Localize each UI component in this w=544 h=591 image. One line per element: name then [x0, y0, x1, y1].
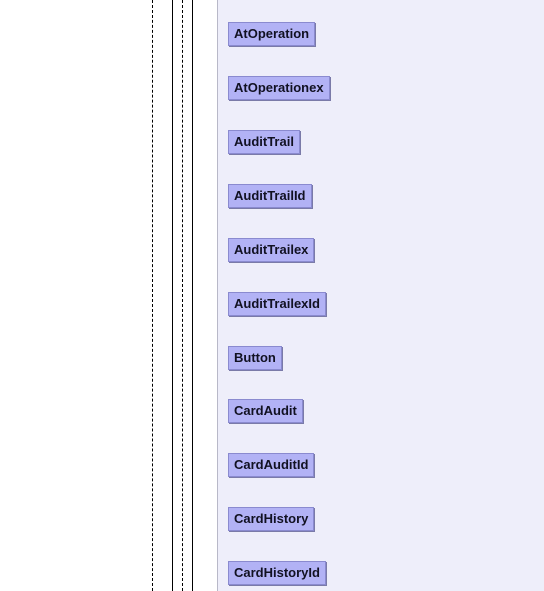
entity-node[interactable]: AtOperation	[228, 22, 316, 46]
entity-node[interactable]: CardHistoryId	[228, 561, 326, 585]
entity-node[interactable]: CardAudit	[228, 399, 303, 423]
lifeline-solid-2	[192, 0, 193, 591]
entity-node[interactable]: Button	[228, 346, 282, 370]
entity-node[interactable]: AuditTrail	[228, 130, 300, 154]
entity-list-panel: AtOperation AtOperationex AuditTrail Aud…	[217, 0, 544, 591]
entity-node[interactable]: AuditTrailId	[228, 184, 312, 208]
lifeline-solid-1	[172, 0, 173, 591]
entity-node[interactable]: AtOperationex	[228, 76, 330, 100]
lifeline-dashed-2	[182, 0, 183, 591]
entity-node[interactable]: CardHistory	[228, 507, 315, 531]
lifeline-dashed-1	[152, 0, 153, 591]
entity-node[interactable]: AuditTrailex	[228, 238, 315, 262]
entity-node[interactable]: CardAuditId	[228, 453, 315, 477]
entity-node[interactable]: AuditTrailexId	[228, 292, 326, 316]
